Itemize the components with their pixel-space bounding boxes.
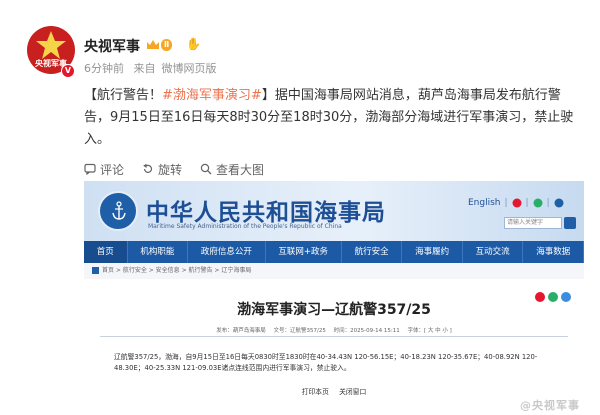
post-lead: 【航行警告！ xyxy=(84,88,163,103)
article-tools: 打印本页 关闭窗口 xyxy=(84,386,584,396)
site-search-input[interactable]: 请输入关键字 xyxy=(504,217,562,229)
article-body: 辽航警357/25，渤海，自9月15日至16日每天0830时至1830时在40-… xyxy=(114,353,538,372)
post-source[interactable]: 微博网页版 xyxy=(162,62,217,75)
view-large-label: 查看大图 xyxy=(216,162,265,177)
post-image[interactable]: 中华人民共和国海事局 Maritime Safety Administratio… xyxy=(84,181,584,415)
article-source: 发布：葫芦岛海事局 xyxy=(216,328,266,334)
anchor-icon xyxy=(112,201,126,220)
nav-home[interactable]: 首页 xyxy=(84,241,128,263)
site-subtitle: Maritime Safety Administration of the Pe… xyxy=(148,223,342,230)
nav-gov-info[interactable]: 政府信息公开 xyxy=(188,241,266,263)
article-time: 时间：2025-09-14 15:11 xyxy=(333,328,400,334)
rotate-button[interactable]: 旋转 xyxy=(142,161,182,178)
weibo-post-card: 央视军事 V 央视军事 Ⅱ ✋ 6分钟前 来自 微博网页版 【航行警告！#渤海军事… xyxy=(0,0,600,415)
article-meta: 发布：葫芦岛海事局 文号：辽航警357/25 时间：2025-09-14 15:… xyxy=(84,326,584,334)
search-icon[interactable] xyxy=(564,217,576,229)
verified-icon: V xyxy=(61,64,75,78)
comment-button[interactable]: 评论 xyxy=(84,161,124,178)
post-text: 【航行警告！#渤海军事演习#】据中国海事局网站消息，葫芦岛海事局发布航行警告，9… xyxy=(84,85,584,151)
comment-icon xyxy=(84,163,96,175)
breadcrumb: 首页 > 航行安全 > 安全信息 > 航行警告 > 辽宁海事局 xyxy=(84,263,584,279)
breadcrumb-text[interactable]: 首页 > 航行安全 > 安全信息 > 航行警告 > 辽宁海事局 xyxy=(102,267,251,274)
rotate-label: 旋转 xyxy=(158,162,183,177)
hand-icon: ✋ xyxy=(186,37,201,51)
home-icon xyxy=(92,267,99,274)
article-title: 渤海军事演习—辽航警357/25 xyxy=(237,302,431,318)
close-link[interactable]: 关闭窗口 xyxy=(339,388,366,396)
article-doc-no: 文号：辽航警357/25 xyxy=(273,328,326,334)
post-meta: 6分钟前 来自 微博网页版 xyxy=(84,60,223,76)
nav-internet-plus[interactable]: 互联网+政务 xyxy=(266,241,342,263)
weibo-icon[interactable] xyxy=(512,198,522,208)
comment-label: 评论 xyxy=(100,162,125,177)
view-large-button[interactable]: 查看大图 xyxy=(200,161,264,178)
print-link[interactable]: 打印本页 xyxy=(302,388,329,396)
nav-interaction[interactable]: 互动交流 xyxy=(463,241,524,263)
article: 渤海军事演习—辽航警357/25 发布：葫芦岛海事局 文号：辽航警357/25 … xyxy=(84,279,584,415)
nav-compliance[interactable]: 海事履约 xyxy=(402,241,463,263)
nav-navigation-safety[interactable]: 航行安全 xyxy=(342,241,403,263)
lang-english[interactable]: English xyxy=(468,198,501,208)
nav-data[interactable]: 海事数据 xyxy=(523,241,584,263)
font-size-switch[interactable]: 字体：[ 大 中 小 ] xyxy=(407,328,451,334)
rotate-icon xyxy=(143,163,153,173)
divider xyxy=(100,336,568,337)
nav-functions[interactable]: 机构职能 xyxy=(128,241,189,263)
msa-emblem-icon xyxy=(98,191,138,231)
author-name[interactable]: 央视军事 xyxy=(84,36,140,56)
magnifier-icon xyxy=(200,163,212,175)
media-actions: 评论 旋转 查看大图 xyxy=(84,161,282,177)
accessibility-icon[interactable] xyxy=(554,198,564,208)
site-title: 中华人民共和国海事局 xyxy=(146,200,386,226)
star-icon xyxy=(36,31,66,59)
site-nav: 首页 机构职能 政府信息公开 互联网+政务 航行安全 海事履约 互动交流 海事数… xyxy=(84,241,584,263)
post-time[interactable]: 6分钟前 xyxy=(84,62,124,75)
source-prefix: 来自 xyxy=(133,62,156,75)
msa-banner: 中华人民共和国海事局 Maritime Safety Administratio… xyxy=(84,181,584,241)
watermark: @央视军事 xyxy=(520,399,580,412)
language-switch: English | | | xyxy=(468,198,564,208)
post-lead-end: 】 xyxy=(261,88,275,103)
wechat-icon[interactable] xyxy=(533,198,543,208)
topic-link[interactable]: #渤海军事演习# xyxy=(162,88,262,103)
crown-icon xyxy=(147,40,159,49)
level-badge: Ⅱ xyxy=(161,39,173,51)
